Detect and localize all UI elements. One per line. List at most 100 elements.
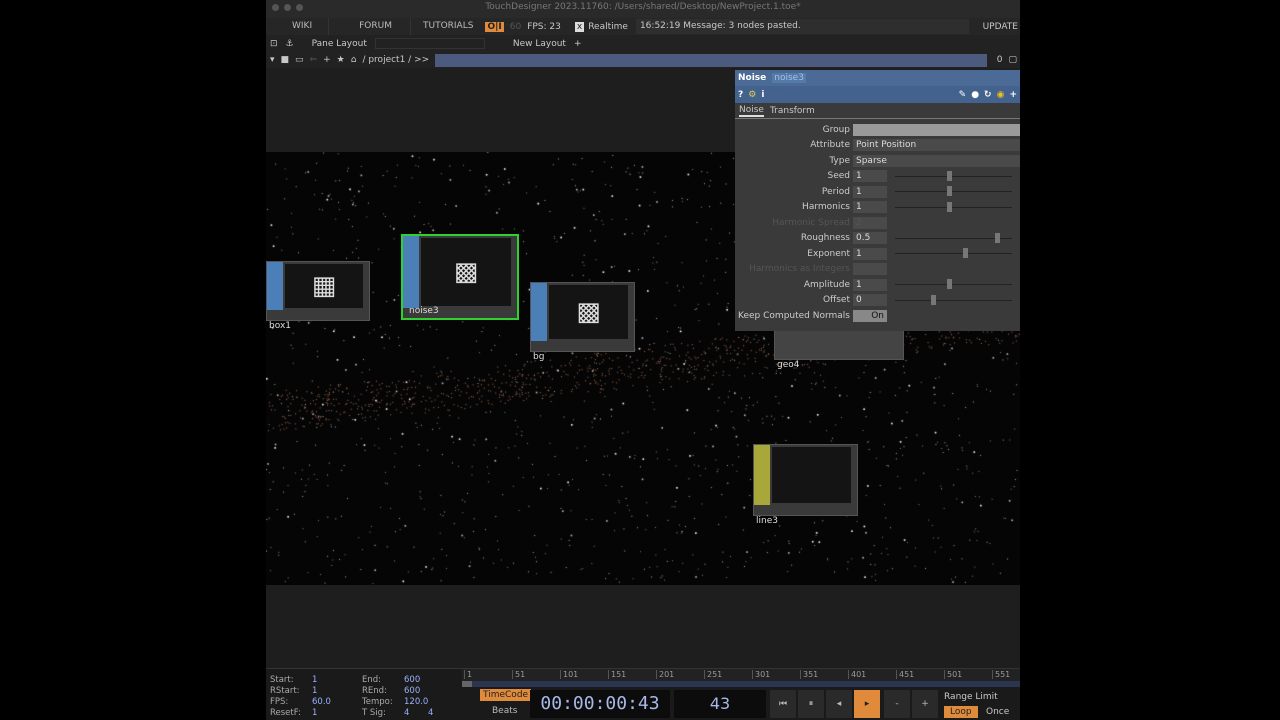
path-field[interactable] <box>435 53 987 67</box>
new-layout-tab[interactable]: New Layout <box>513 39 566 49</box>
loop-button[interactable]: Loop <box>944 706 978 718</box>
once-button[interactable]: Once <box>986 707 1009 717</box>
node-noise3[interactable]: ▩ noise3 <box>401 234 519 320</box>
ruler-tick: 201 <box>656 670 674 679</box>
param-value-field[interactable]: 1 <box>853 201 887 214</box>
perf-monitor-button[interactable]: O|I <box>485 21 504 32</box>
node-geo4[interactable]: geo4 <box>774 328 904 370</box>
param-slider[interactable] <box>895 232 1012 243</box>
rend-value[interactable]: 600 <box>404 686 420 696</box>
home-icon[interactable]: ⌂ <box>351 55 357 65</box>
step-minus-button[interactable]: - <box>884 690 910 718</box>
star-icon[interactable]: ★ <box>337 55 345 65</box>
node-box1[interactable]: ▦ box1 <box>266 261 370 331</box>
param-value-field[interactable]: Point Position <box>853 139 1020 152</box>
menu-tutorials[interactable]: TUTORIALS <box>411 18 485 35</box>
frame-display[interactable]: 43 <box>674 690 766 718</box>
param-slider[interactable] <box>895 248 1012 259</box>
resetf-label: ResetF: <box>270 708 301 718</box>
param-label: Keep Computed Normals <box>738 310 850 321</box>
tab-transform[interactable]: Transform <box>770 106 815 116</box>
start-label: Start: <box>270 675 294 685</box>
resetf-value[interactable]: 1 <box>312 708 317 718</box>
start-value[interactable]: 1 <box>312 675 317 685</box>
param-value-field[interactable]: Sparse <box>853 154 1020 167</box>
edit-icon[interactable]: ✎ <box>959 90 967 100</box>
slider-handle[interactable] <box>947 201 952 212</box>
slider-handle[interactable] <box>947 279 952 290</box>
menu-wiki[interactable]: WIKI <box>266 18 330 35</box>
minimize-window-button[interactable] <box>284 4 291 11</box>
param-slider[interactable] <box>895 294 1012 305</box>
window-icon[interactable]: ▢ <box>1008 55 1017 65</box>
op-name-field[interactable]: noise3 <box>772 73 806 83</box>
rewind-button[interactable]: ⏮ <box>770 690 796 718</box>
playhead-handle[interactable] <box>462 681 472 687</box>
param-value-field[interactable]: 1 <box>853 185 887 198</box>
tsig-numerator[interactable]: 4 <box>404 708 409 718</box>
tempo-label: Tempo: <box>362 697 393 707</box>
param-slider[interactable] <box>895 186 1012 197</box>
timeline-range-bar[interactable] <box>462 681 1020 687</box>
timeline-bar: Start: 1 RStart: 1 FPS: 60.0 ResetF: 1 E… <box>266 668 1020 720</box>
network-path[interactable]: / project1 / >> <box>362 55 429 65</box>
python-icon[interactable]: ◉ <box>997 90 1005 100</box>
param-value-field[interactable]: 1 <box>853 278 887 291</box>
menu-forum[interactable]: FORUM <box>329 18 411 35</box>
step-plus-button[interactable]: + <box>912 690 938 718</box>
slider-handle[interactable] <box>963 248 968 259</box>
node-bg[interactable]: ▩ bg <box>530 282 635 362</box>
param-value-field[interactable] <box>853 123 1020 136</box>
param-value-field[interactable] <box>853 263 887 276</box>
pane-layout-presets[interactable] <box>374 38 485 49</box>
param-value-field[interactable]: 1 <box>853 170 887 183</box>
stop-icon[interactable]: ■ <box>281 55 290 65</box>
rstart-label: RStart: <box>270 686 300 696</box>
param-value-field[interactable]: 0.5 <box>853 232 887 245</box>
back-icon[interactable]: ⇐ <box>310 55 318 65</box>
close-window-button[interactable] <box>272 4 279 11</box>
slider-handle[interactable] <box>947 186 952 197</box>
maximize-window-button[interactable] <box>296 4 303 11</box>
tsig-denominator[interactable]: 4 <box>428 708 433 718</box>
add-icon[interactable]: + <box>323 55 331 65</box>
param-header: Noise noise3 <box>735 70 1020 86</box>
param-value-field[interactable]: 2 <box>853 216 887 229</box>
range-limit-label: Range Limit <box>944 692 998 702</box>
timecode-button[interactable]: TimeCode <box>480 689 532 701</box>
end-value[interactable]: 600 <box>404 675 420 685</box>
beats-button[interactable]: Beats <box>492 706 517 716</box>
tab-noise[interactable]: Noise <box>739 105 764 117</box>
param-slider[interactable] <box>895 279 1012 290</box>
rstart-value[interactable]: 1 <box>312 686 317 696</box>
param-value-field[interactable]: 0 <box>853 294 887 307</box>
comment-icon[interactable]: ● <box>971 90 979 100</box>
fps-value[interactable]: 60.0 <box>312 697 331 707</box>
param-value-field[interactable]: On <box>853 309 887 322</box>
play-forward-button[interactable]: ▸ <box>854 690 880 718</box>
info-icon[interactable]: i <box>761 90 764 100</box>
pane-maximize-icon[interactable]: ⊡ <box>270 39 278 49</box>
anchor-icon[interactable]: ⚓ <box>286 39 294 49</box>
pause-button[interactable]: ⏸ <box>798 690 824 718</box>
python-help-icon[interactable]: ⚙ <box>748 90 756 100</box>
slider-handle[interactable] <box>931 294 936 305</box>
node-line3[interactable]: line3 <box>753 444 858 526</box>
update-button[interactable]: UPDATE <box>969 22 1020 32</box>
tempo-value[interactable]: 120.0 <box>404 697 428 707</box>
add-icon[interactable]: + <box>1009 90 1017 100</box>
param-value-field[interactable]: 1 <box>853 247 887 260</box>
folder-icon[interactable]: ▭ <box>295 55 304 65</box>
help-icon[interactable]: ? <box>738 90 743 100</box>
realtime-checkbox[interactable]: x <box>574 21 585 32</box>
chevron-down-icon[interactable]: ▾ <box>270 55 275 65</box>
slider-handle[interactable] <box>995 232 1000 243</box>
step-back-button[interactable]: ◂ <box>826 690 852 718</box>
timeline-ruler[interactable]: 1 51 101 151 201 251 301 351 401 451 501 551 <box>462 669 1020 681</box>
refresh-icon[interactable]: ↻ <box>984 90 992 100</box>
slider-handle[interactable] <box>947 170 952 181</box>
add-layout-button[interactable]: + <box>574 39 582 49</box>
param-slider[interactable] <box>895 170 1012 181</box>
timecode-display[interactable]: 00:00:00:43 <box>530 690 670 718</box>
param-slider[interactable] <box>895 201 1012 212</box>
